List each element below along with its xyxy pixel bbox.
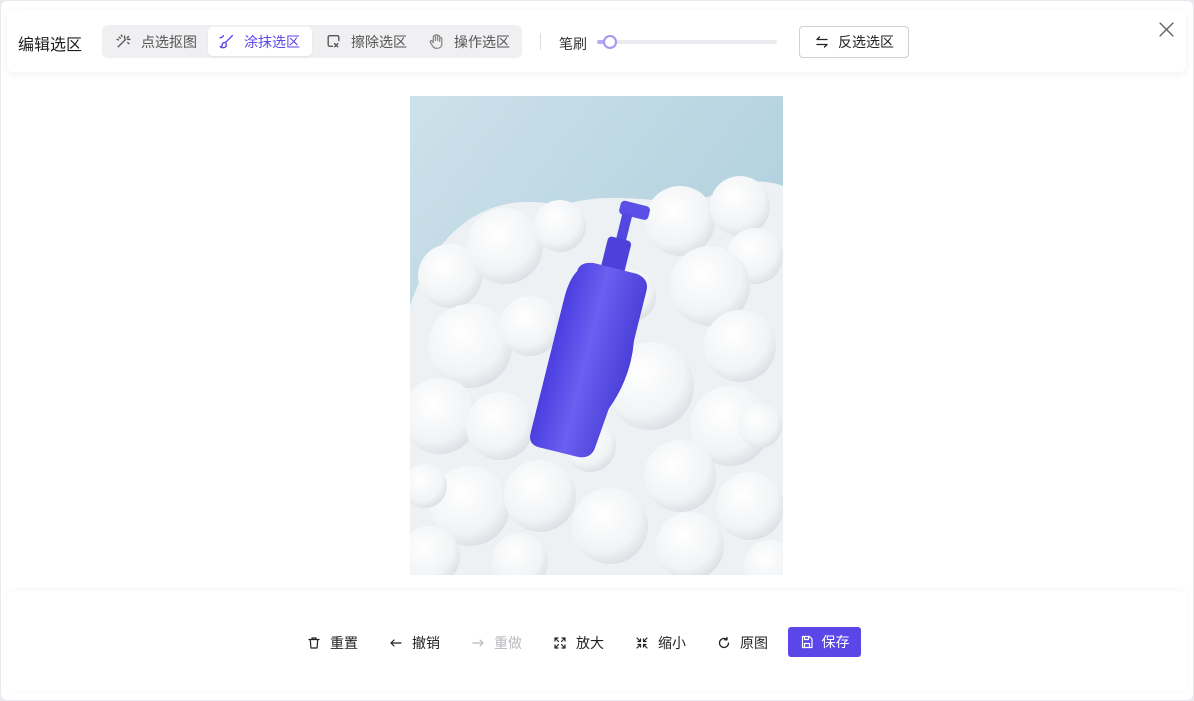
zoom-out-button[interactable]: 缩小	[635, 628, 686, 658]
save-button[interactable]: 保存	[788, 627, 861, 657]
compress-icon	[636, 637, 648, 649]
save-icon	[801, 635, 813, 649]
tool-click-select[interactable]: 点选抠图	[105, 27, 205, 56]
tool-hand-select[interactable]: 操作选区	[418, 27, 520, 56]
undo-button[interactable]: 撤销	[389, 628, 440, 658]
invert-selection-label: 反选选区	[838, 35, 894, 51]
tool-brush-select[interactable]: 涂抹选区	[208, 27, 312, 56]
undo-label: 撤销	[412, 636, 440, 652]
eraser-icon	[327, 34, 340, 48]
tool-group: 点选抠图 涂抹选区 擦除选区 操作选区	[102, 25, 522, 58]
original-size-button[interactable]: 原图	[717, 628, 768, 658]
brush-size-slider-handle[interactable]	[603, 35, 617, 49]
zoom-in-button[interactable]: 放大	[553, 628, 604, 658]
tool-label: 涂抹选区	[244, 34, 300, 51]
dialog-title: 编辑选区	[18, 35, 83, 54]
reset-label: 重置	[330, 636, 358, 652]
magic-wand-icon	[116, 34, 131, 48]
reset-button[interactable]: 重置	[307, 628, 358, 658]
redo-label: 重做	[494, 636, 522, 652]
toolbar-divider	[540, 33, 541, 50]
tool-label: 操作选区	[454, 34, 510, 51]
brush-size-label: 笔刷	[559, 37, 587, 53]
toolbar: 编辑选区 点选抠图 涂抹选区 擦除选区 操作选区 笔刷 反选选区	[7, 10, 1186, 72]
close-icon[interactable]	[1158, 21, 1175, 38]
trash-icon	[308, 637, 320, 649]
tool-label: 点选抠图	[141, 34, 197, 51]
zoom-in-label: 放大	[576, 636, 604, 652]
swap-icon	[816, 36, 828, 48]
invert-selection-button[interactable]: 反选选区	[799, 26, 909, 58]
hand-icon	[429, 33, 443, 50]
zoom-out-label: 缩小	[658, 636, 686, 652]
expand-icon	[554, 637, 566, 649]
save-label: 保存	[821, 635, 850, 651]
brush-size-slider[interactable]	[597, 35, 777, 49]
action-bar: 重置 撤销 重做 放大 缩小 原图 保存	[7, 591, 1186, 691]
product-image	[410, 96, 783, 575]
image-canvas[interactable]	[410, 96, 783, 575]
brush-icon	[219, 34, 234, 49]
redo-button[interactable]: 重做	[471, 628, 522, 658]
arrow-right-icon	[472, 639, 484, 647]
edit-selection-dialog: 编辑选区 点选抠图 涂抹选区 擦除选区 操作选区 笔刷 反选选区 重置 撤销 重…	[1, 1, 1193, 700]
tool-label: 擦除选区	[351, 34, 407, 51]
tool-erase-select[interactable]: 擦除选区	[315, 27, 418, 56]
original-size-label: 原图	[740, 636, 768, 652]
arrow-left-icon	[390, 639, 402, 647]
refresh-icon	[718, 636, 730, 649]
